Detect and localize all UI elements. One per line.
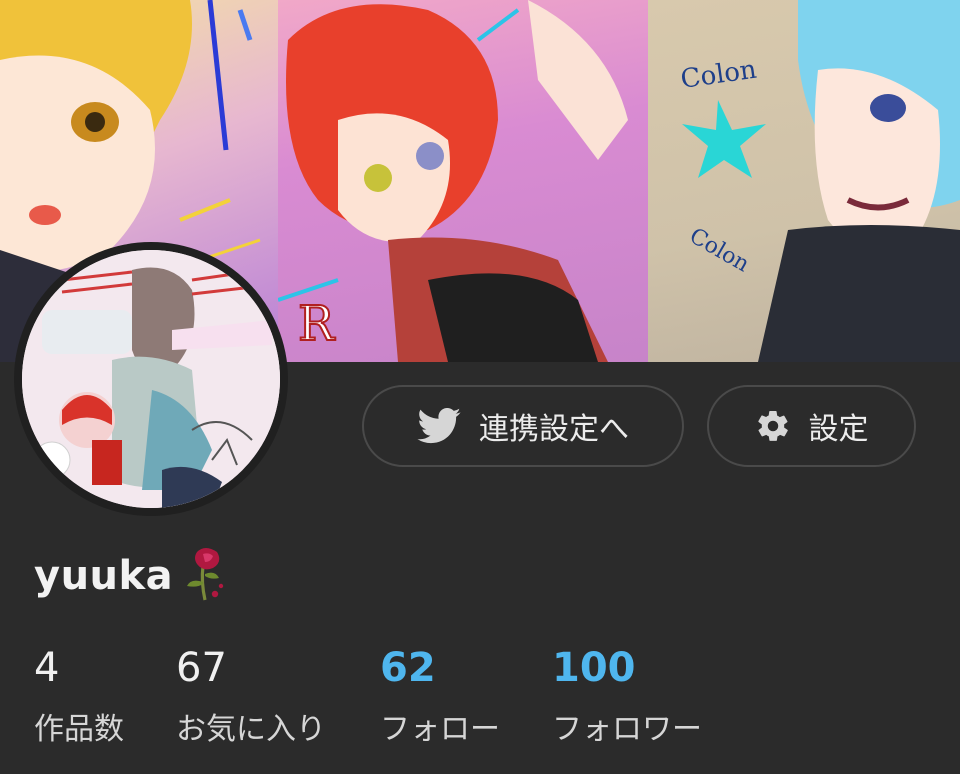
stat-following[interactable]: 62 フォロー: [380, 640, 500, 752]
settings-label: 設定: [808, 412, 869, 447]
svg-text:Colon: Colon: [679, 55, 759, 95]
username-row: yuuka: [34, 548, 231, 604]
stat-favorites-count: 67: [176, 645, 227, 691]
username: yuuka: [34, 553, 174, 599]
stat-following-count: 62: [380, 645, 436, 691]
twitter-link-settings-button[interactable]: 連携設定へ: [362, 385, 684, 467]
stat-followers-count: 100: [552, 645, 636, 691]
stat-works-count: 4: [34, 645, 60, 691]
stat-favorites-label: お気に入り: [176, 712, 326, 747]
stat-following-label: フォロー: [380, 712, 500, 747]
twitter-bird-icon: [417, 408, 461, 444]
settings-button[interactable]: 設定: [707, 385, 916, 467]
rose-icon: [179, 546, 231, 606]
banner-illustration-blue-haired-character: Colon Colon: [648, 0, 960, 362]
twitter-link-settings-label: 連携設定へ: [479, 412, 629, 447]
banner-illustration-red-haired-character: R: [278, 0, 648, 362]
stat-works[interactable]: 4 作品数: [34, 640, 124, 752]
stat-followers[interactable]: 100 フォロワー: [552, 640, 702, 752]
svg-text:Colon: Colon: [685, 224, 753, 278]
svg-text:R: R: [298, 296, 336, 352]
gear-icon: [755, 408, 791, 444]
stat-works-label: 作品数: [34, 712, 124, 747]
avatar-image: [22, 250, 280, 508]
stat-followers-label: フォロワー: [552, 712, 702, 747]
stat-favorites[interactable]: 67 お気に入り: [176, 640, 326, 752]
profile-avatar[interactable]: [14, 242, 288, 516]
